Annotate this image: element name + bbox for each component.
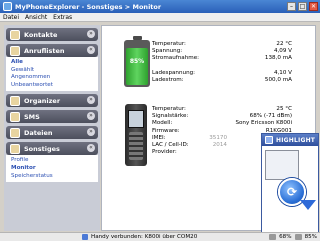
section-kontakte[interactable]: Kontakte » — [6, 28, 98, 41]
info-label: Temperatur: — [152, 41, 186, 47]
menu-extras[interactable]: Extras — [53, 14, 72, 21]
info-value: 22 °C — [276, 41, 292, 47]
battery-level-fill — [126, 48, 148, 85]
expand-icon[interactable]: » — [87, 112, 95, 121]
info-row: Ladespannung: 4,10 V — [152, 70, 312, 77]
contacts-icon — [10, 29, 20, 40]
maximize-button[interactable]: □ — [298, 2, 307, 11]
expand-icon[interactable]: » — [87, 128, 95, 137]
battery-graphic: 85% — [124, 36, 150, 87]
info-label: Modell: — [152, 120, 173, 127]
misc-icon — [10, 143, 20, 154]
sidebar-item-speicherstatus[interactable]: Speicherstatus — [11, 173, 93, 181]
app-icon — [3, 2, 12, 11]
battery-value: 85% — [304, 234, 317, 240]
info-row: Temperatur: 22 °C — [152, 41, 312, 48]
highlight-title: HIGHLIGHT — [276, 136, 316, 144]
sidebar: Kontakte » Anruflisten « Alle Gewählt An… — [4, 25, 100, 231]
info-label: Stromaufnahme: — [152, 55, 200, 62]
menu-bar: Datei Ansicht Extras — [0, 13, 320, 22]
info-label: Spannung: — [152, 48, 183, 55]
section-label: Kontakte — [24, 30, 58, 39]
sms-icon — [10, 111, 20, 122]
collapse-icon[interactable]: « — [87, 144, 95, 153]
status-bar: Handy verbunden: K800i über COM20 68% 85… — [0, 232, 320, 241]
call-list-icon — [10, 45, 20, 56]
battery-info: Temperatur: 22 °C Spannung: 4,09 V Stromau… — [152, 41, 312, 84]
info-row: Modell: Sony Ericsson K800i — [152, 120, 312, 127]
title-bar: MyPhoneExplorer - Sonstiges > Monitor – … — [0, 0, 320, 13]
connection-icon — [82, 234, 88, 240]
section-body-sonstiges: Profile Monitor Speicherstatus — [6, 155, 98, 183]
info-row — [152, 63, 312, 70]
info-value: 4,09 V — [273, 48, 292, 55]
section-dateien[interactable]: Dateien » — [6, 126, 98, 140]
info-label: Firmware: — [152, 127, 180, 134]
connection-status: Handy verbunden: K800i über COM20 — [91, 234, 198, 240]
info-label: Provider: — [152, 149, 177, 156]
info-label: Temperatur: — [152, 106, 186, 112]
info-value: 138,0 mA — [264, 55, 292, 62]
info-value: 68% (-71 dBm) — [249, 113, 292, 120]
sidebar-item-gewaehlt[interactable]: Gewählt — [11, 67, 93, 75]
expand-icon[interactable]: » — [87, 96, 95, 105]
signal-icon — [269, 234, 277, 240]
info-value: 25 °C — [276, 106, 292, 112]
section-label: Dateien — [24, 128, 53, 137]
section-label: Organizer — [24, 96, 61, 105]
section-anruflisten[interactable]: Anruflisten « — [6, 44, 98, 57]
window-title: MyPhoneExplorer - Sonstiges > Monitor — [15, 2, 162, 11]
info-label: LAC / Cell-ID: — [152, 141, 189, 148]
collapse-icon[interactable]: « — [87, 46, 95, 54]
info-value: 500,0 mA — [264, 76, 292, 83]
info-value: 4,10 V — [273, 69, 292, 76]
info-value: Sony Ericsson K800i — [235, 120, 292, 127]
section-label: SMS — [24, 112, 40, 121]
battery-icon — [294, 234, 302, 240]
sidebar-item-unbeantwortet[interactable]: Unbeantwortet — [11, 82, 93, 90]
menu-datei[interactable]: Datei — [3, 14, 19, 21]
section-label: Anruflisten — [24, 46, 65, 55]
sidebar-item-monitor[interactable]: Monitor — [11, 165, 93, 173]
phone-screen — [128, 110, 144, 128]
sidebar-item-angenommen[interactable]: Angenommen — [11, 74, 93, 82]
section-label: Sonstiges — [24, 144, 60, 153]
info-label: IMEI: — [152, 134, 166, 141]
phone-keypad — [129, 132, 143, 160]
battery-percent: 85% — [129, 58, 145, 65]
sidebar-item-profile[interactable]: Profile — [11, 157, 93, 165]
section-sonstiges[interactable]: Sonstiges « — [6, 142, 98, 156]
close-button[interactable]: ✕ — [309, 2, 318, 11]
screenshot-thumbnail — [265, 150, 299, 180]
info-row: Signalstärke: 68% (-71 dBm) — [152, 113, 312, 120]
folder-icon — [10, 127, 20, 138]
organizer-icon — [10, 95, 20, 106]
info-row: Stromaufnahme: 138,0 mA — [152, 55, 312, 62]
section-body-anruflisten: Alle Gewählt Angenommen Unbeantwortet — [6, 57, 98, 92]
expand-icon[interactable]: » — [87, 30, 95, 38]
menu-ansicht[interactable]: Ansicht — [25, 14, 47, 21]
info-value: 2014 — [212, 141, 227, 148]
section-sms[interactable]: SMS » — [6, 110, 98, 124]
monitor-panel: 85% Temperatur: 22 °C Spannung: 4,09 V Str… — [101, 25, 319, 241]
highlight-panel[interactable]: HIGHLIGHT ⟳ — [261, 133, 319, 241]
phone-icon — [125, 104, 147, 166]
info-label: Ladestrom: — [152, 76, 184, 83]
signal-value: 68% — [279, 234, 292, 240]
info-label: Signalstärke: — [152, 113, 189, 120]
info-row: Ladestrom: 500,0 mA — [152, 77, 312, 84]
minimize-button[interactable]: – — [287, 2, 296, 11]
highlight-header: HIGHLIGHT — [262, 134, 318, 146]
info-row: Temperatur: 25 °C — [152, 106, 312, 113]
sidebar-item-alle[interactable]: Alle — [11, 59, 93, 67]
download-arrow-icon — [300, 200, 316, 210]
section-organizer[interactable]: Organizer » — [6, 94, 98, 108]
info-label: Ladespannung: — [152, 69, 196, 76]
info-value: 35170 — [209, 134, 227, 141]
window-icon — [265, 136, 273, 144]
info-row: Spannung: 4,09 V — [152, 48, 312, 55]
